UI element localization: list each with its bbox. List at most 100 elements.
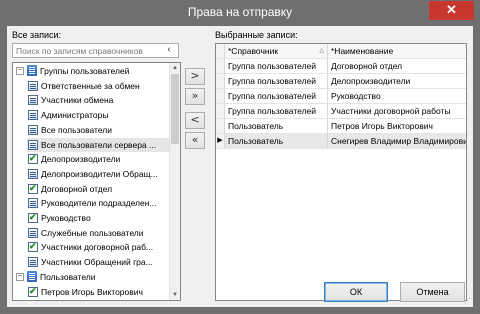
- scroll-down-arrow-icon[interactable]: ▼: [170, 290, 180, 300]
- tree-item-row[interactable]: Администраторы: [27, 108, 170, 122]
- search-input[interactable]: [12, 43, 179, 58]
- dialog-body: Все записи: ‹ − Группы пользователей Ответ…: [7, 26, 473, 307]
- row-indicator-cell: [216, 89, 225, 104]
- add-all-button[interactable]: »: [185, 88, 205, 105]
- cell-directory: Группа пользователей: [225, 74, 328, 89]
- grid-header: *Справочник △ *Наименование: [216, 44, 466, 59]
- add-selected-button[interactable]: >: [185, 68, 205, 85]
- record-icon: [28, 139, 38, 150]
- table-row[interactable]: Пользователь Петров Игорь Викторович: [216, 119, 466, 134]
- cancel-button[interactable]: Отмена: [400, 282, 465, 302]
- record-icon: [28, 110, 38, 121]
- scroll-up-arrow-icon[interactable]: ▲: [170, 63, 180, 73]
- cell-name: Руководство: [328, 89, 466, 104]
- checked-record-icon: ✔: [28, 182, 38, 194]
- ok-button[interactable]: ОК: [324, 282, 388, 302]
- title-bar[interactable]: Права на отправку ✕: [0, 0, 480, 26]
- record-icon: [28, 227, 38, 238]
- tree-row-label: Участники Обращений гра...: [41, 257, 153, 268]
- selected-records-grid[interactable]: *Справочник △ *Наименование Группа польз…: [215, 43, 467, 301]
- tree-item-row[interactable]: Служебные пользователи: [27, 226, 170, 240]
- row-indicator-cell: [216, 74, 225, 89]
- dialog-window: Права на отправку ✕ Все записи: ‹ − Групп…: [0, 0, 480, 314]
- tree-item-row[interactable]: ✔ Участники договорной раб...: [27, 240, 170, 254]
- record-icon: [28, 80, 38, 91]
- cell-name: Снегирев Владимир Владимирович: [328, 134, 466, 149]
- tree-row-label: Участники обмена: [41, 95, 114, 106]
- row-indicator-cell: [216, 119, 225, 134]
- tree-item-row[interactable]: ✔ Петров Игорь Викторович: [27, 285, 170, 299]
- checked-record-icon: ✔: [28, 285, 38, 297]
- collapse-toggle-icon[interactable]: −: [16, 272, 24, 281]
- tree-item-row[interactable]: Руководители подразделен...: [27, 196, 170, 210]
- tree-row-label: Все пользователи сервера ...: [41, 139, 157, 150]
- tree-group-row[interactable]: − Группы пользователей: [13, 64, 170, 78]
- tree-row-label: Петров Игорь Викторович: [41, 286, 143, 297]
- collapse-toggle-icon[interactable]: −: [16, 67, 24, 75]
- tree-row-label: Пользователи: [40, 271, 96, 282]
- row-indicator-cell: [216, 59, 225, 74]
- cell-directory: Группа пользователей: [225, 104, 328, 119]
- scroll-thumb[interactable]: [171, 74, 179, 144]
- tree-row-label: Администраторы: [41, 110, 109, 121]
- record-icon: [28, 257, 38, 268]
- cell-directory: Группа пользователей: [225, 59, 328, 74]
- record-icon: [28, 168, 38, 179]
- record-icon: [28, 95, 38, 106]
- record-icon: [28, 124, 38, 135]
- tree-item-row[interactable]: ✔ Договорной отдел: [27, 182, 170, 196]
- checked-record-icon: ✔: [28, 153, 38, 165]
- table-row[interactable]: Группа пользователей Делопроизводители: [216, 74, 466, 89]
- tree-item-row[interactable]: ✔ Делопроизводители: [27, 152, 170, 166]
- tree-item-row[interactable]: Участники обмена: [27, 93, 170, 107]
- table-row[interactable]: Группа пользователей Договорной отдел: [216, 59, 466, 74]
- window-title: Права на отправку: [187, 5, 293, 19]
- tree-group-row[interactable]: − Пользователи: [13, 270, 170, 284]
- tree-item-row[interactable]: Участники Обращений гра...: [27, 255, 170, 269]
- all-records-label: Все записи:: [12, 30, 62, 40]
- column-header-directory[interactable]: *Справочник △: [225, 44, 328, 59]
- resize-grip-icon[interactable]: ⋰: [463, 297, 472, 306]
- remove-selected-button[interactable]: <: [185, 112, 205, 129]
- users-icon: [27, 270, 37, 282]
- checked-record-icon: ✔: [28, 241, 38, 253]
- tree-row-label: Ответственные за обмен: [41, 80, 140, 91]
- tree-item-row[interactable]: Все пользователи: [27, 123, 170, 137]
- tree-item-row[interactable]: Ответственные за обмен: [27, 79, 170, 93]
- cell-name: Участники договорной работы: [328, 104, 466, 119]
- tree-row-label: Группы пользователей: [40, 66, 130, 76]
- tree-row-label: Делопроизводители Обращ...: [41, 168, 158, 179]
- all-records-tree[interactable]: − Группы пользователей Ответственные за об…: [12, 62, 181, 301]
- tree-row-label: Служебные пользователи: [41, 227, 144, 238]
- column-header-directory-label: *Справочник: [228, 46, 279, 56]
- close-button[interactable]: ✕: [429, 1, 474, 20]
- header-indicator-cell: [216, 44, 225, 59]
- remove-all-button[interactable]: «: [185, 132, 205, 149]
- table-row[interactable]: Группа пользователей Руководство: [216, 89, 466, 104]
- cell-name: Договорной отдел: [328, 59, 466, 74]
- tree-item-row[interactable]: ✔ Руководство: [27, 211, 170, 225]
- cell-directory: Группа пользователей: [225, 89, 328, 104]
- checked-record-icon: ✔: [28, 212, 38, 223]
- tree-row-label: Договорной отдел: [41, 183, 113, 194]
- search-collapse-icon[interactable]: ‹: [161, 42, 177, 58]
- tree-row-label: Руководители подразделен...: [41, 198, 157, 209]
- selected-records-label: Выбранные записи:: [215, 30, 298, 40]
- row-indicator-cell: [216, 104, 225, 119]
- sort-asc-icon: △: [319, 48, 324, 54]
- tree-row-label: Руководство: [41, 213, 91, 223]
- tree-row-label: Делопроизводители: [41, 154, 121, 165]
- record-icon: [28, 198, 38, 209]
- cell-directory: Пользователь: [225, 134, 328, 149]
- cell-name: Делопроизводители: [328, 74, 466, 89]
- tree-scrollbar[interactable]: ▲ ▼: [169, 63, 180, 300]
- column-header-name[interactable]: *Наименование: [328, 44, 466, 59]
- table-row[interactable]: ▶ Пользователь Снегирев Владимир Владимиро…: [216, 134, 466, 149]
- cell-name: Петров Игорь Викторович: [328, 119, 466, 134]
- table-row[interactable]: Группа пользователей Участники договорной…: [216, 104, 466, 119]
- tree-row-label: Участники договорной раб...: [41, 242, 154, 253]
- tree-item-row[interactable]: Все пользователи сервера ...: [27, 137, 170, 152]
- tree-row-label: Все пользователи: [41, 124, 112, 135]
- tree-item-row[interactable]: Делопроизводители Обращ...: [27, 167, 170, 181]
- current-row-indicator-icon: ▶: [216, 134, 225, 149]
